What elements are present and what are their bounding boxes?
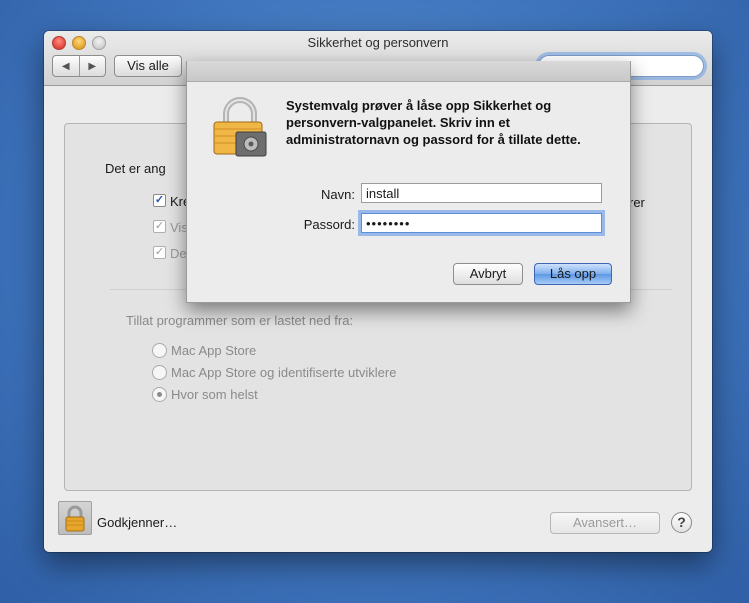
checkbox-require-password[interactable]: ✓ [153, 194, 166, 207]
checkbox-show-message[interactable]: ✓ [153, 220, 166, 233]
radio-identified-developers[interactable] [152, 365, 167, 380]
window-title: Sikkerhet og personvern [307, 35, 449, 50]
name-label: Navn: [321, 187, 355, 202]
password-input[interactable]: •••••••• [361, 213, 602, 233]
forward-arrow-icon[interactable]: ▶ [80, 56, 106, 76]
lock-button[interactable] [58, 501, 92, 535]
dialog-message: Systemvalg prøver å låse opp Sikkerhet o… [286, 98, 581, 147]
show-all-button[interactable]: Vis alle [114, 55, 182, 77]
right-partial-text: rer [629, 195, 645, 210]
radio-label: Mac App Store og identifiserte utviklere [171, 365, 397, 380]
back-forward-control: ◀ ▶ [52, 55, 106, 77]
general-partial-label: Det er ang [105, 161, 166, 176]
checkbox-disable-login[interactable]: ✓ [153, 246, 166, 259]
radio-mac-app-store[interactable] [152, 343, 167, 358]
checkbox-label: De [170, 246, 187, 261]
back-arrow-icon[interactable]: ◀ [53, 56, 80, 76]
lock-status-text: Godkjenner… [97, 515, 178, 530]
sheet-top-bar [187, 61, 630, 82]
authentication-dialog: Systemvalg prøver å låse opp Sikkerhet o… [186, 61, 631, 303]
lock-preferences-icon [213, 97, 267, 157]
radio-anywhere[interactable] [152, 387, 167, 402]
name-input[interactable]: install [361, 183, 602, 203]
radio-label: Hvor som helst [171, 387, 258, 402]
advanced-button[interactable]: Avansert… [550, 512, 660, 534]
unlock-button[interactable]: Lås opp [534, 263, 612, 285]
password-label: Passord: [303, 217, 355, 232]
cancel-button[interactable]: Avbryt [453, 263, 523, 285]
allow-apps-label: Tillat programmer som er lastet ned fra: [126, 313, 354, 328]
lock-icon [65, 505, 85, 532]
help-button[interactable]: ? [671, 512, 692, 533]
radio-label: Mac App Store [171, 343, 257, 358]
